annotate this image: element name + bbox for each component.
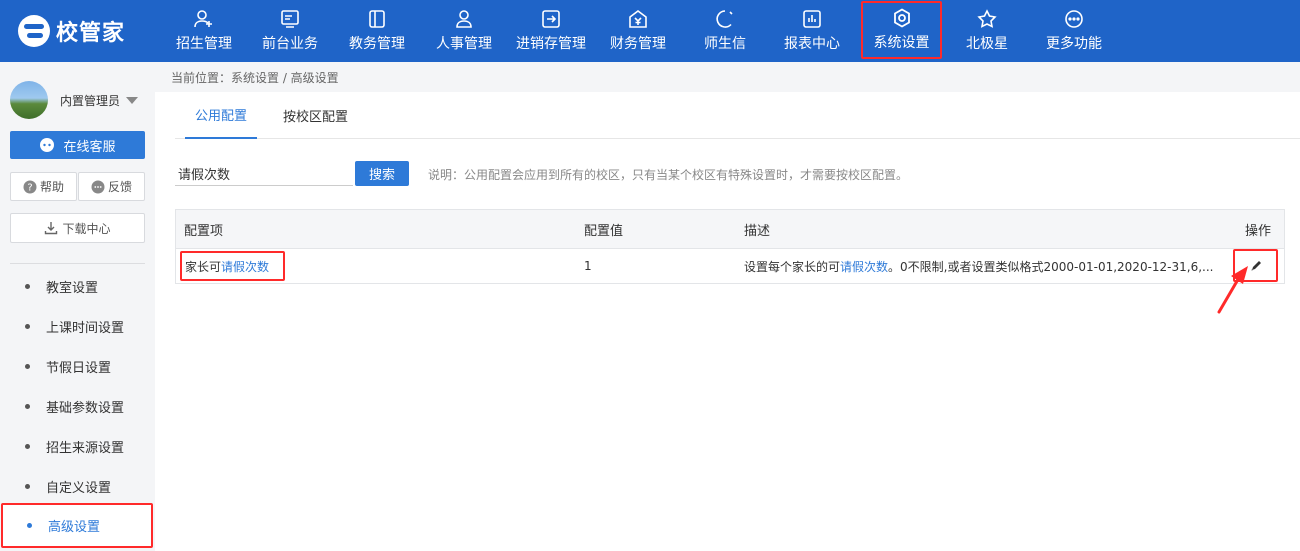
nav-item-admissions[interactable]: 招生管理 <box>172 0 236 62</box>
user-menu[interactable]: 内置管理员 <box>10 80 145 120</box>
book-icon <box>369 10 385 28</box>
brand-name: 校管家 <box>56 21 126 46</box>
star-icon <box>977 9 997 28</box>
help-button[interactable]: ? 帮助 <box>10 172 77 201</box>
sidebar-item-class-time[interactable]: 上课时间设置 <box>0 306 155 346</box>
nav-item-academic[interactable]: 教务管理 <box>345 0 409 62</box>
inventory-icon <box>542 10 560 28</box>
online-service-button[interactable]: 在线客服 <box>10 131 145 159</box>
tab-common-config[interactable]: 公用配置 <box>185 92 258 139</box>
config-note: 说明：公用配置会应用到所有的校区，只有当某个校区有特殊设置时，才需要按校区配置。 <box>428 168 909 182</box>
comment-icon <box>91 180 105 193</box>
red-arrow-annotation <box>1217 266 1248 314</box>
sidebar-item-advanced[interactable]: 高级设置 <box>1 503 153 548</box>
person-icon <box>456 10 472 28</box>
user-add-icon <box>194 10 212 28</box>
nav-item-hr[interactable]: 人事管理 <box>432 0 496 62</box>
finance-icon <box>629 10 647 28</box>
logo-icon <box>18 15 50 47</box>
sidebar: 内置管理员 在线客服 ? 帮助 反馈 下载中心 教室设置 上课时间设置 节假日设… <box>0 62 155 551</box>
search-button[interactable]: 搜索 <box>355 161 409 186</box>
brand-logo[interactable]: 校管家 <box>18 15 125 47</box>
chat-icon <box>716 10 733 28</box>
nav-item-finance[interactable]: 财务管理 <box>606 0 670 62</box>
username: 内置管理员 <box>60 93 121 108</box>
bullet-icon <box>25 483 30 489</box>
monitor-icon <box>281 10 299 28</box>
sidebar-divider <box>10 263 145 264</box>
sidebar-item-classroom[interactable]: 教室设置 <box>0 266 155 306</box>
bullet-icon <box>25 403 30 409</box>
table-row: 家长可 请假次数 1 设置每个家长的可 请假次数 。0不限制,或者设置类似格式2000… <box>176 249 1284 283</box>
nav-item-messages[interactable]: 师生信 <box>701 0 749 62</box>
download-center-button[interactable]: 下载中心 <box>10 213 145 243</box>
column-header-actions: 操作 <box>1245 224 1272 239</box>
sidebar-item-basic-params[interactable]: 基础参数设置 <box>0 386 155 426</box>
feedback-button[interactable]: 反馈 <box>78 172 145 201</box>
tab-campus-config[interactable]: 按校区配置 <box>283 92 348 139</box>
more-icon <box>1065 10 1083 28</box>
nav-item-polaris[interactable]: 北极星 <box>962 0 1012 62</box>
download-icon <box>45 222 58 235</box>
svg-text:?: ? <box>27 182 32 193</box>
nav-item-front-desk[interactable]: 前台业务 <box>258 0 322 62</box>
column-header-description: 描述 <box>744 224 771 239</box>
bullet-icon <box>25 283 30 289</box>
nav-item-inventory[interactable]: 进销存管理 <box>512 0 590 62</box>
report-icon <box>803 10 821 28</box>
nav-item-more[interactable]: 更多功能 <box>1042 0 1106 62</box>
question-icon: ? <box>23 180 37 193</box>
sidebar-item-holidays[interactable]: 节假日设置 <box>0 346 155 386</box>
bullet-icon <box>25 323 30 329</box>
nav-item-system-settings[interactable]: 系统设置 <box>861 1 942 59</box>
table-header: 配置项 配置值 描述 操作 <box>176 210 1284 249</box>
bullet-icon <box>25 363 30 369</box>
config-tabs: 公用配置 按校区配置 <box>175 92 1300 139</box>
bullet-icon <box>25 443 30 449</box>
config-value: 1 <box>584 259 592 273</box>
avatar <box>10 81 48 119</box>
breadcrumb: 当前位置：系统设置 / 高级设置 <box>155 62 1300 92</box>
nav-item-reports[interactable]: 报表中心 <box>780 0 844 62</box>
column-header-value: 配置值 <box>584 224 624 239</box>
sidebar-item-custom[interactable]: 自定义设置 <box>0 466 155 506</box>
settings-icon <box>893 8 910 28</box>
search-input[interactable] <box>175 161 353 186</box>
headset-icon <box>40 138 55 152</box>
config-table: 配置项 配置值 描述 操作 家长可 请假次数 1 设置每个家长的可 请假次数 。0不限… <box>175 209 1285 284</box>
top-nav-bar: 校管家 招生管理 前台业务 教务管理 人事管理 进销存管理 财务管理 师生信 报… <box>0 0 1300 62</box>
column-header-item: 配置项 <box>184 224 224 239</box>
config-description: 设置每个家长的可 请假次数 。0不限制,或者设置类似格式2000-01-01,202… <box>744 259 1214 274</box>
chevron-down-icon <box>126 96 139 104</box>
sidebar-item-admission-source[interactable]: 招生来源设置 <box>0 426 155 466</box>
config-item-name: 家长可 请假次数 <box>180 251 286 281</box>
bullet-icon <box>27 523 32 528</box>
